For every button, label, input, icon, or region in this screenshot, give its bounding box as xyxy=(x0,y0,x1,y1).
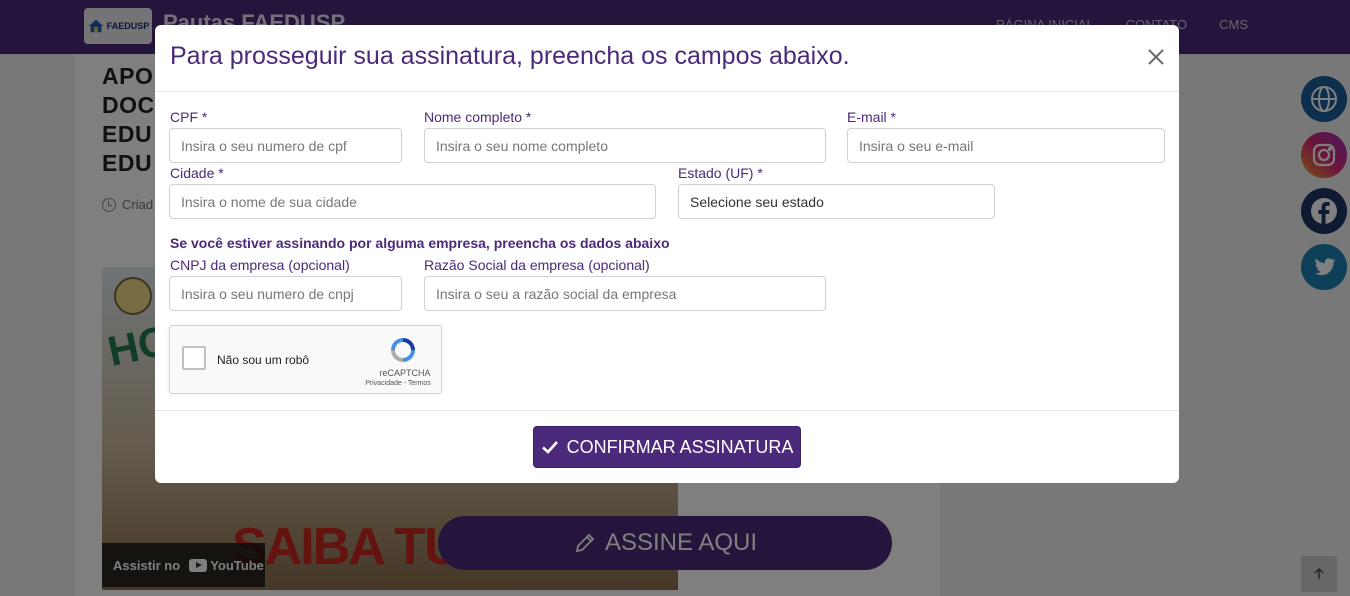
razao-label: Razão Social da empresa (opcional) xyxy=(424,257,650,273)
modal-title: Para prosseguir sua assinatura, preencha… xyxy=(170,42,850,70)
recaptcha-links[interactable]: Privacidade - Termos xyxy=(358,380,438,387)
modal-footer: CONFIRMAR ASSINATURA xyxy=(155,410,1179,483)
check-icon xyxy=(541,441,558,454)
cnpj-input[interactable] xyxy=(169,276,402,311)
recaptcha-icon xyxy=(391,338,415,362)
recaptcha-widget: Não sou um robô reCAPTCHA Privacidade - … xyxy=(169,325,442,394)
company-note: Se você estiver assinando por alguma emp… xyxy=(170,235,670,251)
cpf-input[interactable] xyxy=(169,128,402,163)
close-icon[interactable] xyxy=(1145,46,1167,68)
email-label: E-mail * xyxy=(847,109,897,125)
razao-input[interactable] xyxy=(424,276,826,311)
confirm-label: CONFIRMAR ASSINATURA xyxy=(566,436,794,457)
nome-label: Nome completo * xyxy=(424,109,532,125)
cidade-input[interactable] xyxy=(169,184,656,219)
modal-header: Para prosseguir sua assinatura, preencha… xyxy=(155,25,1179,92)
cnpj-label: CNPJ da empresa (opcional) xyxy=(170,257,350,273)
email-input[interactable] xyxy=(847,128,1165,163)
recaptcha-checkbox[interactable] xyxy=(182,346,206,370)
confirm-subscription-button[interactable]: CONFIRMAR ASSINATURA xyxy=(533,426,801,468)
estado-selected-value: Selecione seu estado xyxy=(690,193,824,210)
nome-input[interactable] xyxy=(424,128,826,163)
cpf-label: CPF * xyxy=(170,109,208,125)
cidade-label: Cidade * xyxy=(170,165,224,181)
recaptcha-brand: reCAPTCHA xyxy=(379,368,431,378)
estado-label: Estado (UF) * xyxy=(678,165,763,181)
estado-select[interactable]: Selecione seu estado xyxy=(678,184,995,219)
recaptcha-label: Não sou um robô xyxy=(217,353,310,367)
subscription-modal: Para prosseguir sua assinatura, preencha… xyxy=(155,25,1179,483)
